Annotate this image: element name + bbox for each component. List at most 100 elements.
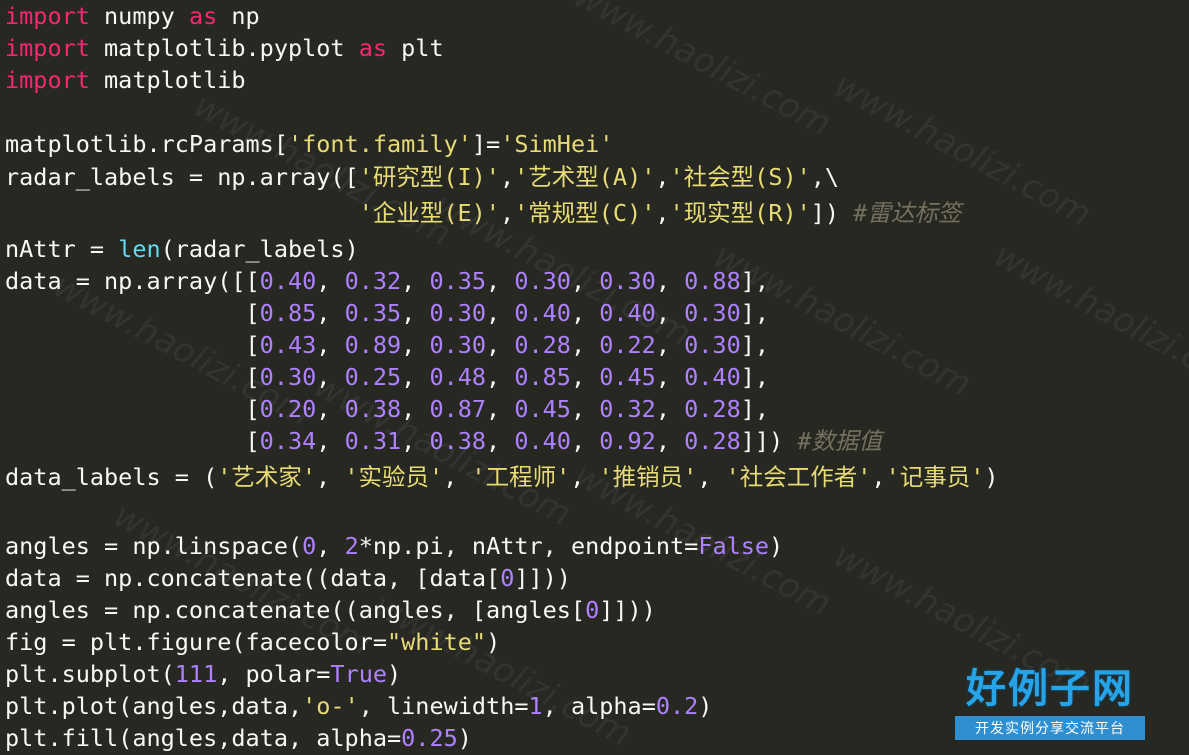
code-token: 0.28 (684, 427, 741, 455)
code-token: 0.31 (344, 427, 402, 455)
code-token: 0.28 (684, 395, 741, 423)
code-token: 0.92 (599, 427, 656, 455)
code-token: , (486, 395, 515, 423)
code-line[interactable]: import numpy as np (5, 0, 260, 32)
code-line[interactable]: angles = np.linspace(0, 2*np.pi, nAttr, … (5, 530, 783, 562)
code-token: matplotlib.pyplot (89, 34, 359, 62)
code-line[interactable]: [0.85, 0.35, 0.30, 0.40, 0.40, 0.30], (5, 297, 770, 329)
code-token: , (570, 331, 600, 359)
code-line[interactable]: [0.34, 0.31, 0.38, 0.40, 0.92, 0.28]]) #… (5, 425, 882, 457)
code-token: , (655, 199, 670, 227)
code-line[interactable]: [0.20, 0.38, 0.87, 0.45, 0.32, 0.28], (5, 393, 770, 425)
site-logo: 好例子网 开发实例分享交流平台 (955, 656, 1145, 740)
code-line[interactable]: data_labels = ('艺术家', '实验员', '工程师', '推销员… (5, 461, 999, 493)
code-token: , (499, 199, 515, 227)
code-token: ], (740, 299, 770, 327)
code-token: ) (984, 463, 999, 491)
code-token: angles = np.linspace( (5, 532, 303, 560)
code-token: , (401, 299, 430, 327)
code-line[interactable]: data = np.concatenate((data, [data[0]])) (5, 562, 571, 594)
code-token: , (655, 299, 685, 327)
code-token: as (188, 2, 218, 30)
code-token: '社会工作者' (725, 463, 872, 491)
code-token: , (655, 163, 670, 191)
code-token: 0.30 (514, 267, 571, 295)
code-token: ) (698, 692, 713, 720)
code-token: 0.30 (429, 299, 487, 327)
code-line[interactable]: radar_labels = np.array(['研究型(I)','艺术型(A… (5, 161, 839, 193)
code-line[interactable]: import matplotlib (5, 64, 246, 96)
code-token: , (655, 331, 685, 359)
code-line[interactable]: plt.fill(angles,data, alpha=0.25) (5, 722, 472, 754)
code-token: 0.43 (259, 331, 317, 359)
code-editor[interactable]: import numpy as np import matplotlib.pypl… (5, 0, 1189, 752)
code-token: ) (387, 660, 402, 688)
code-token: 0.28 (514, 331, 571, 359)
code-token: fig = plt.figure(facecolor= (5, 628, 388, 656)
code-token: 0.25 (344, 363, 402, 391)
code-token: 0.35 (429, 267, 487, 295)
logo-subtitle: 开发实例分享交流平台 (955, 716, 1145, 740)
code-token: 0.32 (344, 267, 402, 295)
code-token: '工程师' (471, 463, 571, 491)
code-line[interactable]: plt.subplot(111, polar=True) (5, 658, 401, 690)
code-token: , (316, 299, 345, 327)
code-token: False (698, 532, 770, 560)
code-line[interactable]: angles = np.concatenate((angles, [angles… (5, 594, 656, 626)
code-token: #雷达标签 (853, 199, 962, 227)
code-token: ]])) (599, 596, 656, 624)
code-token: 0.30 (429, 331, 487, 359)
code-token: , (316, 363, 345, 391)
code-token: plt.fill(angles,data, alpha= (5, 724, 402, 752)
code-line[interactable]: [0.43, 0.89, 0.30, 0.28, 0.22, 0.30], (5, 329, 770, 361)
code-token: matplotlib.rcParams[ (5, 130, 288, 158)
code-token: '推销员' (598, 463, 698, 491)
code-token: , (401, 395, 430, 423)
code-token: , (570, 363, 600, 391)
code-token: ) (769, 532, 784, 560)
code-line[interactable]: '企业型(E)','常规型(C)','现实型(R)']) #雷达标签 (5, 197, 962, 229)
code-token: 'SimHei' (500, 130, 614, 158)
code-token: , polar= (217, 660, 331, 688)
code-line[interactable]: import matplotlib.pyplot as plt (5, 32, 444, 64)
code-token: [ (5, 331, 260, 359)
code-token: ]])) (514, 564, 571, 592)
code-token: [ (5, 395, 260, 423)
code-token: ]]) (740, 427, 798, 455)
code-token: 0.87 (429, 395, 487, 423)
code-token: "white" (387, 628, 487, 656)
code-line[interactable]: plt.plot(angles,data,'o-', linewidth=1, … (5, 690, 712, 722)
code-line[interactable]: nAttr = len(radar_labels) (5, 233, 359, 265)
code-token: angles = np.concatenate((angles, [angles… (5, 596, 586, 624)
code-token: ], (740, 395, 770, 423)
code-line[interactable]: [0.30, 0.25, 0.48, 0.85, 0.45, 0.40], (5, 361, 770, 393)
code-token: 111 (174, 660, 218, 688)
code-token: , (655, 363, 685, 391)
code-token: numpy (89, 2, 189, 30)
code-line[interactable]: fig = plt.figure(facecolor="white") (5, 626, 500, 658)
code-token: 0.35 (344, 299, 402, 327)
code-token: data_labels = ( (5, 463, 218, 491)
code-token: 0.40 (684, 363, 741, 391)
code-token: np (217, 2, 260, 30)
code-token: 0.40 (599, 299, 656, 327)
code-line[interactable]: matplotlib.rcParams['font.family']='SimH… (5, 128, 613, 160)
code-token: 0 (500, 564, 515, 592)
code-token: 0.20 (259, 395, 317, 423)
code-token: ], (740, 267, 770, 295)
code-token: , (871, 463, 886, 491)
code-line[interactable]: data = np.array([[0.40, 0.32, 0.35, 0.30… (5, 265, 769, 297)
code-token: radar_labels = np.array([ (5, 163, 359, 191)
code-token: data = np.array([[ (5, 267, 260, 295)
code-token: [ (5, 363, 260, 391)
code-token: , (486, 363, 515, 391)
code-token: 0.30 (684, 299, 741, 327)
logo-title: 好例子网 (966, 665, 1134, 712)
code-token: plt.plot(angles,data, (5, 692, 303, 720)
code-token: 0.30 (259, 363, 317, 391)
code-token: , (570, 267, 600, 295)
code-token: , (401, 427, 430, 455)
code-token: 2 (344, 532, 359, 560)
code-token: 0.40 (259, 267, 317, 295)
